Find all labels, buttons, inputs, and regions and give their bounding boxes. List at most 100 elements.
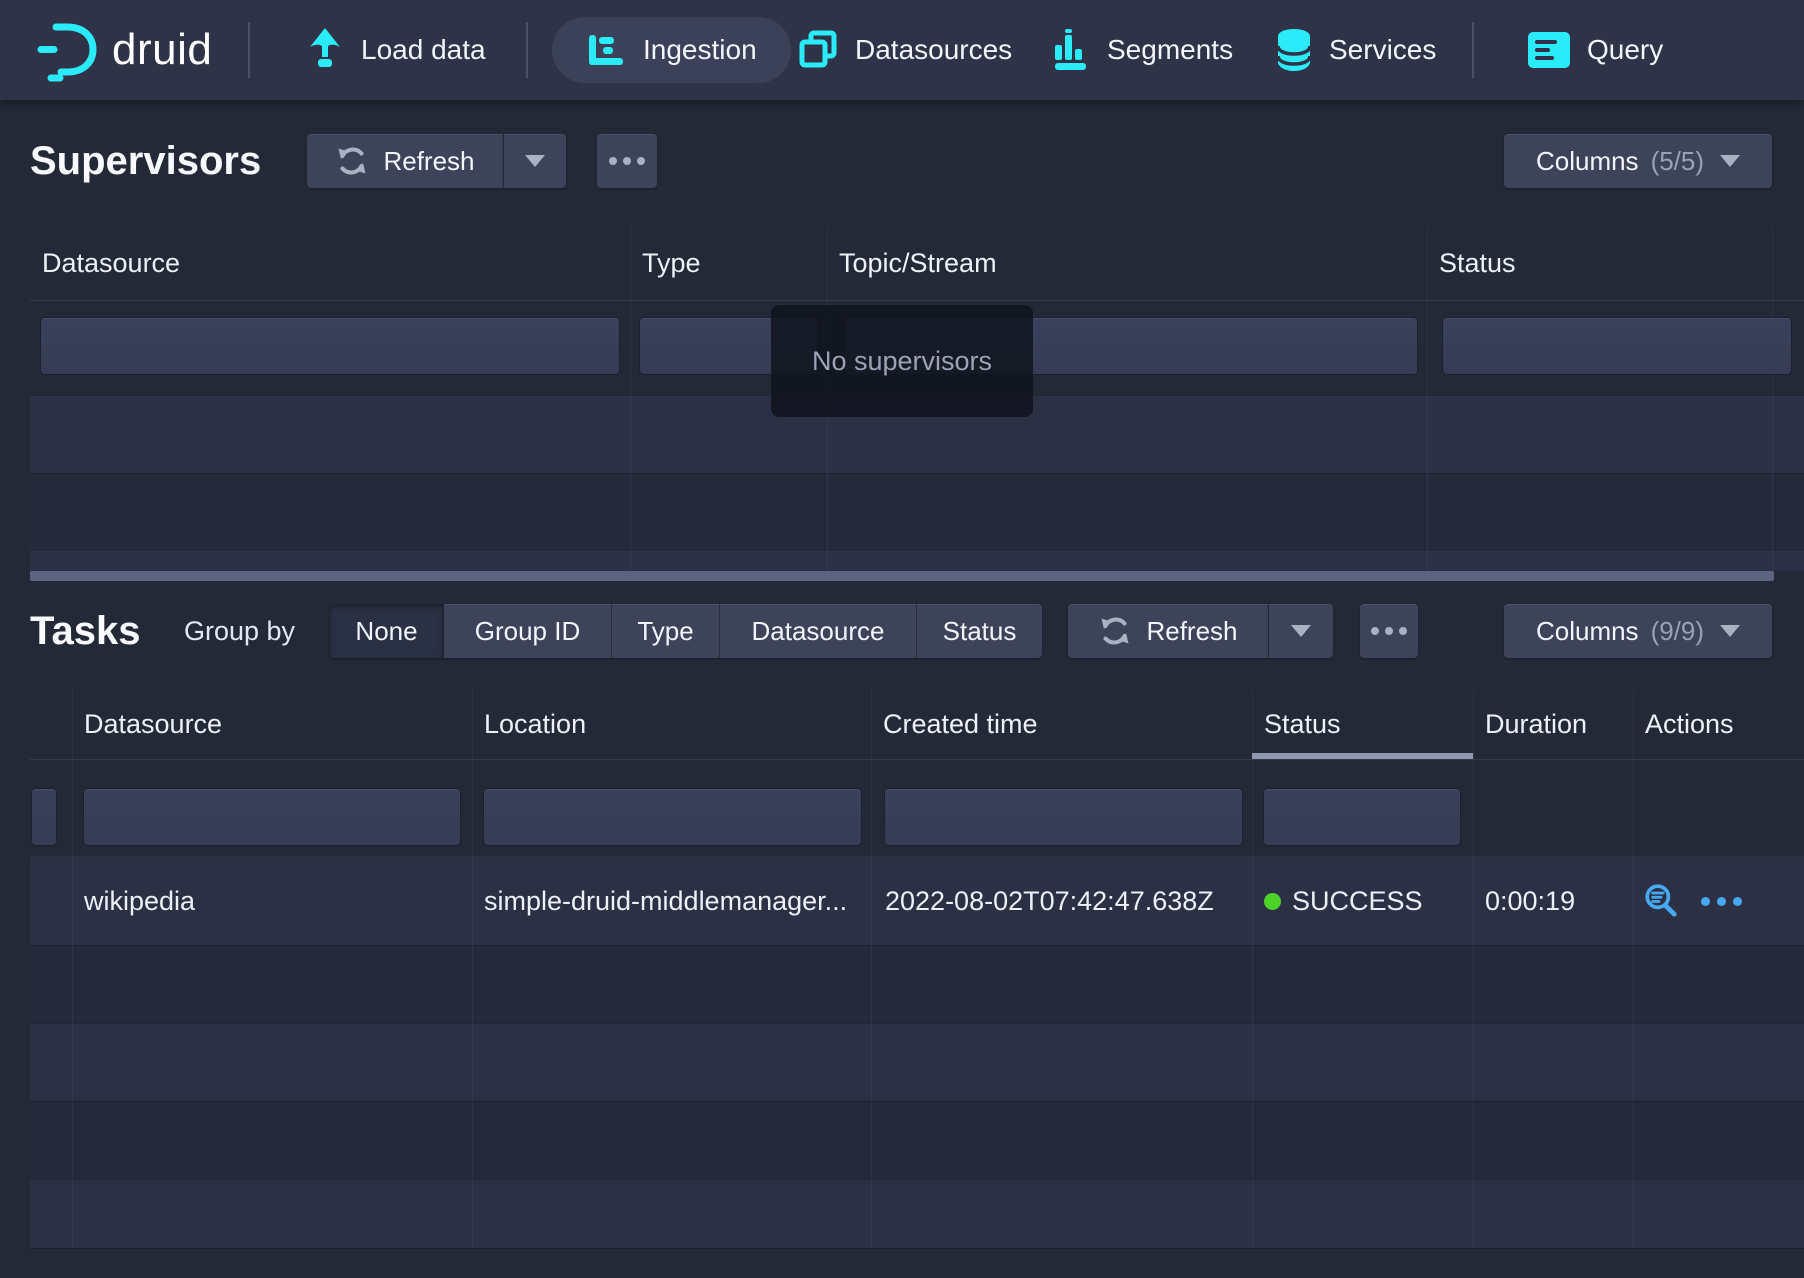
groupby-datasource-button[interactable]: Datasource (720, 604, 917, 658)
nav-segments-label: Segments (1107, 34, 1233, 66)
tasks-more-button[interactable] (1360, 604, 1418, 658)
nav-load-data-label: Load data (361, 34, 486, 66)
row-divider (30, 759, 1804, 760)
ingestion-icon (586, 30, 626, 70)
nav-query[interactable]: Query (1528, 0, 1663, 100)
services-icon (1276, 28, 1312, 72)
nav-services-label: Services (1329, 34, 1436, 66)
nav-datasources-label: Datasources (855, 34, 1012, 66)
tasks-filter-status[interactable] (1264, 789, 1460, 845)
tasks-filter-datasource[interactable] (84, 789, 460, 845)
tasks-header-datasource[interactable]: Datasource (72, 690, 484, 759)
nav-divider (248, 22, 250, 78)
tasks-header-status[interactable]: Status (1252, 690, 1485, 759)
supervisors-more-button[interactable] (597, 134, 657, 188)
supervisors-empty-row (30, 552, 1804, 571)
row-divider (30, 1101, 1804, 1102)
supervisors-header-status[interactable]: Status (1427, 225, 1804, 301)
nav-load-data[interactable]: Load data (306, 0, 486, 100)
groupby-status-button[interactable]: Status (917, 604, 1042, 658)
nav-divider (526, 22, 528, 78)
task-datasource: wikipedia (84, 857, 195, 945)
more-icon (1371, 627, 1407, 635)
tasks-header-duration[interactable]: Duration (1473, 690, 1645, 759)
tasks-columns-count: (9/9) (1651, 616, 1704, 647)
column-divider (1473, 690, 1474, 1248)
supervisors-refresh-label: Refresh (383, 146, 474, 177)
supervisors-header-topic-stream[interactable]: Topic/Stream (827, 225, 1439, 301)
column-divider (472, 690, 473, 1248)
tasks-refresh-button[interactable]: Refresh (1068, 604, 1268, 658)
row-divider (30, 300, 1804, 301)
task-actions (1643, 857, 1742, 945)
top-nav: druid Load data Ingestion (0, 0, 1804, 100)
groupby-group-id-button[interactable]: Group ID (444, 604, 612, 658)
supervisors-title: Supervisors (30, 134, 261, 188)
query-icon (1528, 32, 1570, 68)
task-location: simple-druid-middlemanager... (484, 857, 847, 945)
supervisors-filter-status[interactable] (1443, 318, 1791, 374)
column-divider (1252, 690, 1253, 1248)
column-divider (871, 690, 872, 1248)
chevron-down-icon (1720, 625, 1740, 637)
tasks-empty-row (30, 945, 1804, 1023)
tasks-empty-row (30, 1179, 1804, 1248)
tasks-refresh-caret[interactable] (1268, 604, 1333, 658)
chevron-down-icon (525, 155, 545, 167)
tasks-header-location[interactable]: Location (472, 690, 883, 759)
row-divider (30, 856, 1804, 857)
task-status-text: SUCCESS (1292, 886, 1423, 917)
nav-segments[interactable]: Segments (1052, 0, 1233, 100)
group-by-button-group: None Group ID Type Datasource Status (330, 604, 1042, 658)
column-divider (1772, 225, 1773, 571)
druid-console: druid Load data Ingestion (0, 0, 1804, 1278)
druid-logo-icon (34, 18, 98, 82)
tasks-header-created-time[interactable]: Created time (871, 690, 1264, 759)
chevron-down-icon (1720, 155, 1740, 167)
row-divider (30, 1179, 1804, 1180)
task-row[interactable]: wikipedia simple-druid-middlemanager... … (30, 857, 1804, 945)
refresh-icon (1098, 614, 1132, 648)
tasks-empty-row (30, 1101, 1804, 1179)
supervisors-refresh-caret[interactable] (503, 134, 566, 188)
supervisors-refresh-button[interactable]: Refresh (307, 134, 503, 188)
tasks-columns-label: Columns (1536, 616, 1639, 647)
tasks-columns-button[interactable]: Columns (9/9) (1504, 604, 1772, 658)
upload-icon (306, 27, 344, 73)
nav-ingestion[interactable]: Ingestion (552, 17, 791, 83)
column-divider (1633, 690, 1634, 1248)
tasks-filter-created-time[interactable] (885, 789, 1242, 845)
nav-services[interactable]: Services (1276, 0, 1436, 100)
inspect-search-icon[interactable] (1643, 883, 1679, 919)
row-divider (30, 473, 1804, 474)
tasks-filter-task-id[interactable] (32, 789, 56, 845)
supervisors-empty-row (30, 474, 1804, 551)
success-status-dot (1264, 893, 1281, 910)
tasks-refresh-label: Refresh (1146, 616, 1237, 647)
nav-datasources[interactable]: Datasources (798, 0, 1012, 100)
supervisors-header-datasource[interactable]: Datasource (30, 225, 642, 301)
supervisors-columns-button[interactable]: Columns (5/5) (1504, 134, 1772, 188)
tasks-header-actions[interactable]: Actions (1633, 690, 1804, 759)
tasks-empty-row (30, 1023, 1804, 1101)
task-more-actions-icon[interactable] (1701, 897, 1742, 906)
supervisors-columns-label: Columns (1536, 146, 1639, 177)
supervisors-filter-datasource[interactable] (41, 318, 619, 374)
tasks-title: Tasks (30, 604, 140, 658)
supervisors-header-type[interactable]: Type (630, 225, 839, 301)
group-by-label: Group by (184, 604, 295, 658)
groupby-none-button[interactable]: None (330, 604, 444, 658)
column-divider (1427, 225, 1428, 571)
task-duration: 0:00:19 (1485, 857, 1575, 945)
task-created-time: 2022-08-02T07:42:47.638Z (885, 857, 1214, 945)
row-divider (30, 1023, 1804, 1024)
more-icon (609, 157, 645, 165)
nav-divider (1472, 22, 1474, 78)
supervisors-hscrollbar[interactable] (30, 571, 1774, 581)
tasks-filter-location[interactable] (484, 789, 861, 845)
druid-logo[interactable]: druid (34, 0, 212, 100)
logo-text: druid (112, 25, 212, 75)
datasources-icon (798, 30, 838, 70)
groupby-type-button[interactable]: Type (612, 604, 720, 658)
supervisors-columns-count: (5/5) (1651, 146, 1704, 177)
